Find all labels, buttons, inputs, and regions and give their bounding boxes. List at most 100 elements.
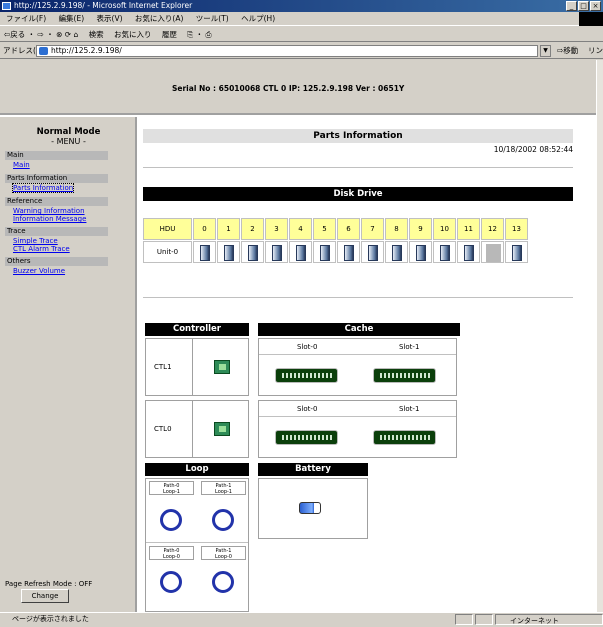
history-button[interactable]: 履歴 xyxy=(162,30,177,39)
hdu-col-1: 1 xyxy=(217,218,240,240)
link-parts-information[interactable]: Parts Information xyxy=(11,183,75,193)
divider xyxy=(143,167,573,168)
menu-tools[interactable]: ツール(T) xyxy=(196,14,229,23)
windows-logo-icon xyxy=(579,12,603,26)
mail-print-buttons[interactable]: ⎘ ・ ⎙ xyxy=(187,30,211,39)
cache-module-icon[interactable] xyxy=(373,430,436,445)
cache-module-icon[interactable] xyxy=(373,368,436,383)
ie-app-icon xyxy=(2,2,11,10)
disk-slot-5[interactable] xyxy=(313,241,336,263)
hdu-col-0: 0 xyxy=(193,218,216,240)
address-url: http://125.2.9.198/ xyxy=(51,46,122,55)
menu-view[interactable]: 表示(V) xyxy=(97,14,123,23)
hdu-col-5: 5 xyxy=(313,218,336,240)
address-bar: アドレス(D) http://125.2.9.198/ ▼ ⇨移動 リンク » xyxy=(0,43,603,71)
vertical-scrollbar[interactable] xyxy=(596,60,603,612)
link-ctl-alarm-trace[interactable]: CTL Alarm Trace xyxy=(13,245,70,253)
controller-ctl0[interactable]: CTL0 xyxy=(145,400,249,458)
main-frame: Parts Information 10/18/2002 08:52:44 Di… xyxy=(140,117,596,612)
header-frame: Serial No : 65010068 CTL 0 IP: 125.2.9.1… xyxy=(0,60,596,115)
link-buzzer-volume[interactable]: Buzzer Volume xyxy=(13,267,65,275)
ctl0-label: CTL0 xyxy=(154,425,172,433)
nav-buttons[interactable]: ⇦戻る ・ ⇨ ・ ⊗ ⟳ ⌂ xyxy=(4,30,78,39)
hard-disk-icon xyxy=(224,245,234,261)
cache-slot-label: Slot-1 xyxy=(399,405,420,413)
controller-ctl1[interactable]: CTL1 xyxy=(145,338,249,396)
loop-path-label: Path-0 Loop-1 xyxy=(149,481,194,495)
serial-info: Serial No : 65010068 CTL 0 IP: 125.2.9.1… xyxy=(172,84,405,93)
hard-disk-icon xyxy=(344,245,354,261)
empty-slot-icon xyxy=(486,244,501,262)
controller-header: Controller xyxy=(145,323,249,336)
link-warning-information[interactable]: Warning Information xyxy=(13,207,85,215)
link-simple-trace[interactable]: Simple Trace xyxy=(13,237,58,245)
loop-header: Loop xyxy=(145,463,249,476)
menu-help[interactable]: ヘルプ(H) xyxy=(241,14,275,23)
hdu-col-6: 6 xyxy=(337,218,360,240)
disk-slot-9[interactable] xyxy=(409,241,432,263)
link-main[interactable]: Main xyxy=(13,161,30,169)
search-button[interactable]: 検索 xyxy=(89,30,104,39)
close-button[interactable]: × xyxy=(590,1,601,11)
cache-module-icon[interactable] xyxy=(275,368,338,383)
refresh-mode-label: Page Refresh Mode : OFF xyxy=(5,580,93,588)
battery-icon[interactable] xyxy=(299,502,321,514)
disk-slot-7[interactable] xyxy=(361,241,384,263)
disk-slot-10[interactable] xyxy=(433,241,456,263)
hard-disk-icon xyxy=(440,245,450,261)
disk-slot-11[interactable] xyxy=(457,241,480,263)
disk-slot-8[interactable] xyxy=(385,241,408,263)
controller-board-icon xyxy=(214,360,230,374)
hdu-col-11: 11 xyxy=(457,218,480,240)
loop-icon[interactable] xyxy=(160,509,182,531)
divider xyxy=(259,354,456,355)
disk-drive-header: Disk Drive xyxy=(143,187,573,201)
toolbar: ⇦戻る ・ ⇨ ・ ⊗ ⟳ ⌂ 検索 お気に入り 履歴 ⎘ ・ ⎙ xyxy=(0,27,603,42)
disk-slot-6[interactable] xyxy=(337,241,360,263)
hard-disk-icon xyxy=(272,245,282,261)
link-information-message[interactable]: Information Message xyxy=(13,215,86,223)
loop-icon[interactable] xyxy=(160,571,182,593)
cache-slot-label: Slot-1 xyxy=(399,343,420,351)
section-trace: Trace xyxy=(5,227,108,236)
disk-slot-4[interactable] xyxy=(289,241,312,263)
divider xyxy=(259,416,456,417)
cache-slot-label: Slot-0 xyxy=(297,405,318,413)
mode-title: Normal Mode xyxy=(36,127,101,137)
address-dropdown-icon[interactable]: ▼ xyxy=(540,45,551,57)
sidebar-frame: Normal Mode - MENU - Main Main Parts Inf… xyxy=(0,117,137,612)
hard-disk-icon xyxy=(320,245,330,261)
hard-disk-icon xyxy=(368,245,378,261)
page-datetime: 10/18/2002 08:52:44 xyxy=(493,145,573,154)
unit-label: Unit-0 xyxy=(143,241,192,263)
cache-module-icon[interactable] xyxy=(275,430,338,445)
hdu-col-12: 12 xyxy=(481,218,504,240)
change-button[interactable]: Change xyxy=(21,589,69,603)
loop-path-label: Path-1 Loop-0 xyxy=(201,546,246,560)
ctl1-label: CTL1 xyxy=(154,363,172,371)
menu-edit[interactable]: 編集(E) xyxy=(59,14,85,23)
loop-icon[interactable] xyxy=(212,571,234,593)
hard-disk-icon xyxy=(392,245,402,261)
favorites-button[interactable]: お気に入り xyxy=(114,30,152,39)
cache-ctl1: Slot-0 Slot-1 xyxy=(258,338,457,396)
section-reference: Reference xyxy=(5,197,108,206)
disk-slot-1[interactable] xyxy=(217,241,240,263)
menu-bar: ファイル(F) 編集(E) 表示(V) お気に入り(A) ツール(T) ヘルプ(… xyxy=(0,12,603,26)
disk-slot-2[interactable] xyxy=(241,241,264,263)
section-others: Others xyxy=(5,257,108,266)
loop-icon[interactable] xyxy=(212,509,234,531)
page-title: Parts Information xyxy=(143,129,573,143)
disk-slot-3[interactable] xyxy=(265,241,288,263)
menu-file[interactable]: ファイル(F) xyxy=(6,14,46,23)
address-input[interactable]: http://125.2.9.198/ xyxy=(36,45,538,57)
hard-disk-icon xyxy=(416,245,426,261)
disk-slot-13[interactable] xyxy=(505,241,528,263)
go-button[interactable]: ⇨移動 xyxy=(557,43,578,59)
menu-favorites[interactable]: お気に入り(A) xyxy=(135,14,183,23)
section-parts-information: Parts Information xyxy=(5,174,108,183)
minimize-button[interactable]: _ xyxy=(566,1,577,11)
disk-slot-0[interactable] xyxy=(193,241,216,263)
hdu-col-4: 4 xyxy=(289,218,312,240)
maximize-button[interactable]: □ xyxy=(578,1,589,11)
